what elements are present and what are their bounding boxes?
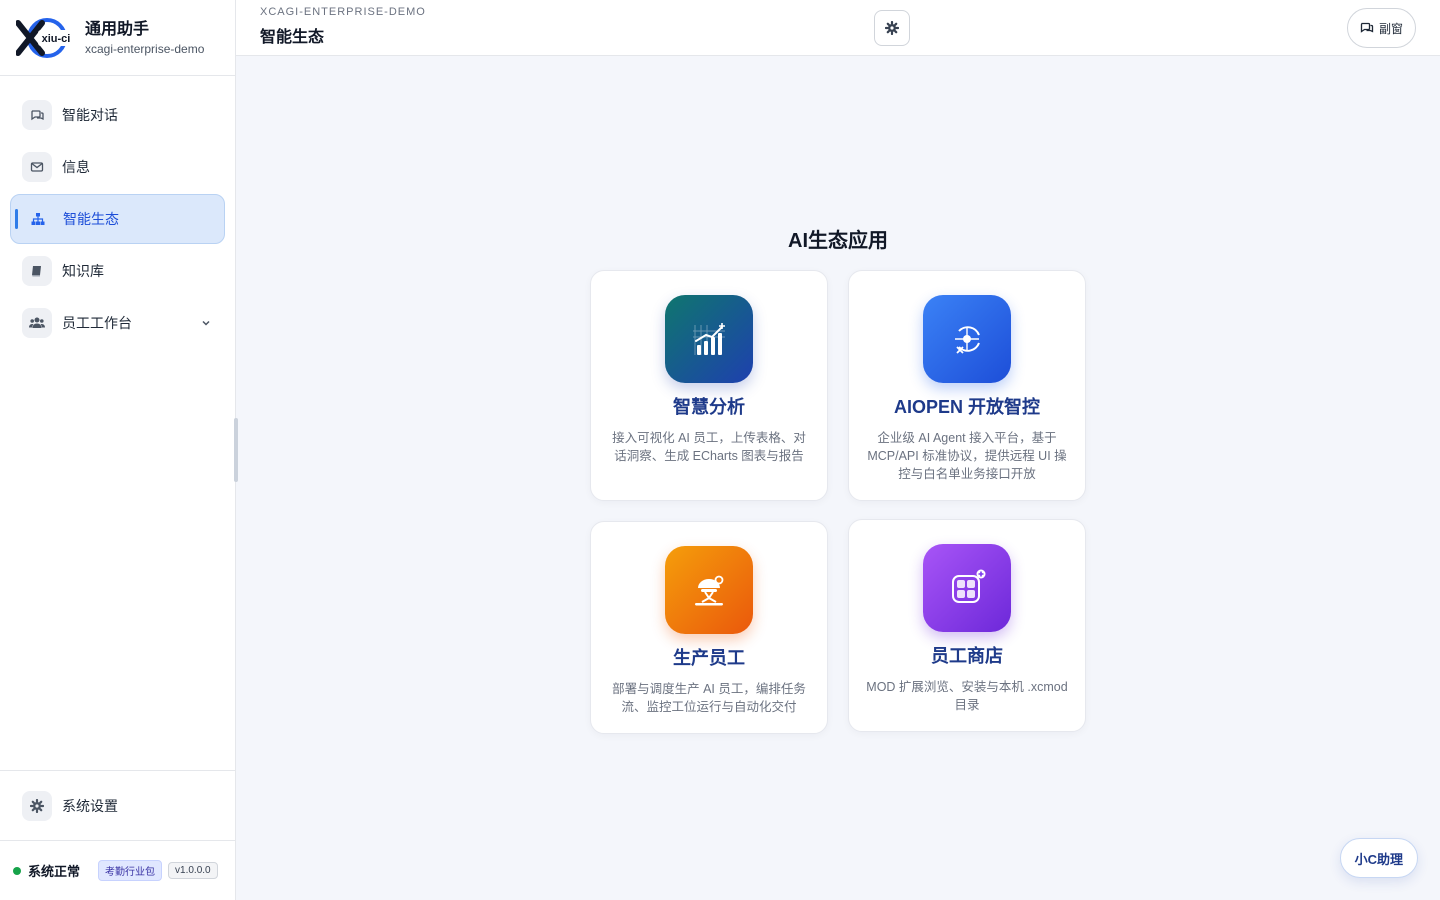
card-title: 员工商店: [931, 646, 1003, 666]
card-description: MOD 扩展浏览、安装与本机 .xcmod 目录: [866, 680, 1068, 712]
sidebar-item-label: 智能生态: [63, 211, 119, 227]
breadcrumb: XCAGI-ENTERPRISE-DEMO: [260, 6, 426, 18]
sidebar-nav: 智能对话 信息 智能生态 知识库 员工工作台: [0, 76, 235, 348]
section-title: AI生态应用: [788, 230, 888, 252]
app-card-staff-store[interactable]: 员工商店 MOD 扩展浏览、安装与本机 .xcmod 目录: [848, 519, 1086, 732]
card-description: 接入可视化 AI 员工，上传表格、对话洞察、生成 ECharts 图表与报告: [612, 431, 806, 463]
card-description: 部署与调度生产 AI 员工，编排任务流、监控工位运行与自动化交付: [612, 682, 806, 714]
brand-subtitle: xcagi-enterprise-demo: [85, 41, 205, 56]
chart-growth-icon: [665, 295, 753, 383]
card-title: 生产员工: [673, 648, 745, 668]
sidebar-item-label: 信息: [62, 159, 90, 175]
settings-label: 系统设置: [62, 797, 118, 814]
industry-pack-badge: 考勤行业包: [98, 860, 163, 881]
app-card-smart-analysis[interactable]: 智慧分析 接入可视化 AI 员工，上传表格、对话洞察、生成 ECharts 图表…: [590, 270, 828, 501]
sidebar-item-label: 智能对话: [62, 107, 118, 123]
subwindow-label: 副窗: [1378, 21, 1403, 36]
app-card-aiopen[interactable]: AIOPEN 开放智控 企业级 AI Agent 接入平台，基于 MCP/API…: [848, 270, 1086, 501]
sidebar-footer: 系统设置 系统正常 考勤行业包 v1.0.0.0: [0, 770, 235, 900]
brand-title: 通用助手: [85, 20, 150, 38]
brand-logo[interactable]: xiu-ci: [16, 17, 74, 59]
control-hub-icon: [923, 295, 1011, 383]
card-title: AIOPEN 开放智控: [893, 397, 1040, 417]
chat-icon: [22, 100, 52, 130]
sidebar-item-ecosystem[interactable]: 智能生态: [10, 194, 225, 244]
version-badge: v1.0.0.0: [168, 862, 218, 879]
card-title: 智慧分析: [673, 397, 745, 417]
gear-icon: [885, 21, 899, 35]
system-status: 系统正常: [28, 864, 81, 879]
chat-icon: [1360, 22, 1374, 33]
page-settings-button[interactable]: [874, 10, 910, 46]
sidebar-item-knowledge[interactable]: 知识库: [10, 246, 225, 296]
users-icon: [22, 308, 52, 338]
card-description: 企业级 AI Agent 接入平台，基于 MCP/API 标准协议，提供远程 U…: [867, 431, 1067, 481]
page-title: 智能生态: [260, 29, 325, 46]
sidebar-item-label: 员工工作台: [62, 315, 132, 331]
sidebar-resize-handle[interactable]: [234, 418, 238, 482]
app-store-icon: [923, 544, 1011, 632]
mail-icon: [22, 152, 52, 182]
sidebar-item-label: 知识库: [62, 263, 104, 279]
top-bar: XCAGI-ENTERPRISE-DEMO 智能生态 副窗: [236, 0, 1440, 56]
status-dot: [13, 866, 21, 875]
worker-robot-icon: [665, 546, 753, 634]
app-card-production-staff[interactable]: 生产员工 部署与调度生产 AI 员工，编排任务流、监控工位运行与自动化交付: [590, 521, 828, 734]
status-bar: 系统正常 考勤行业包 v1.0.0.0: [0, 840, 235, 900]
sidebar-item-workbench[interactable]: 员工工作台: [10, 298, 225, 348]
chevron-down-icon[interactable]: [199, 316, 213, 330]
gear-icon: [22, 790, 52, 821]
sidebar: xiu-ci 通用助手 xcagi-enterprise-demo 智能对话 信…: [0, 0, 236, 900]
brand-header: xiu-ci 通用助手 xcagi-enterprise-demo: [0, 0, 235, 76]
sitemap-icon: [23, 204, 53, 234]
book-icon: [22, 256, 52, 286]
system-settings-button[interactable]: 系统设置: [0, 770, 235, 840]
svg-text:xiu-ci: xiu-ci: [42, 33, 71, 45]
assistant-button[interactable]: 小C助理: [1339, 838, 1418, 878]
sidebar-item-chat[interactable]: 智能对话: [10, 90, 225, 140]
sidebar-item-messages[interactable]: 信息: [10, 142, 225, 192]
subwindow-button[interactable]: 副窗: [1346, 8, 1416, 48]
